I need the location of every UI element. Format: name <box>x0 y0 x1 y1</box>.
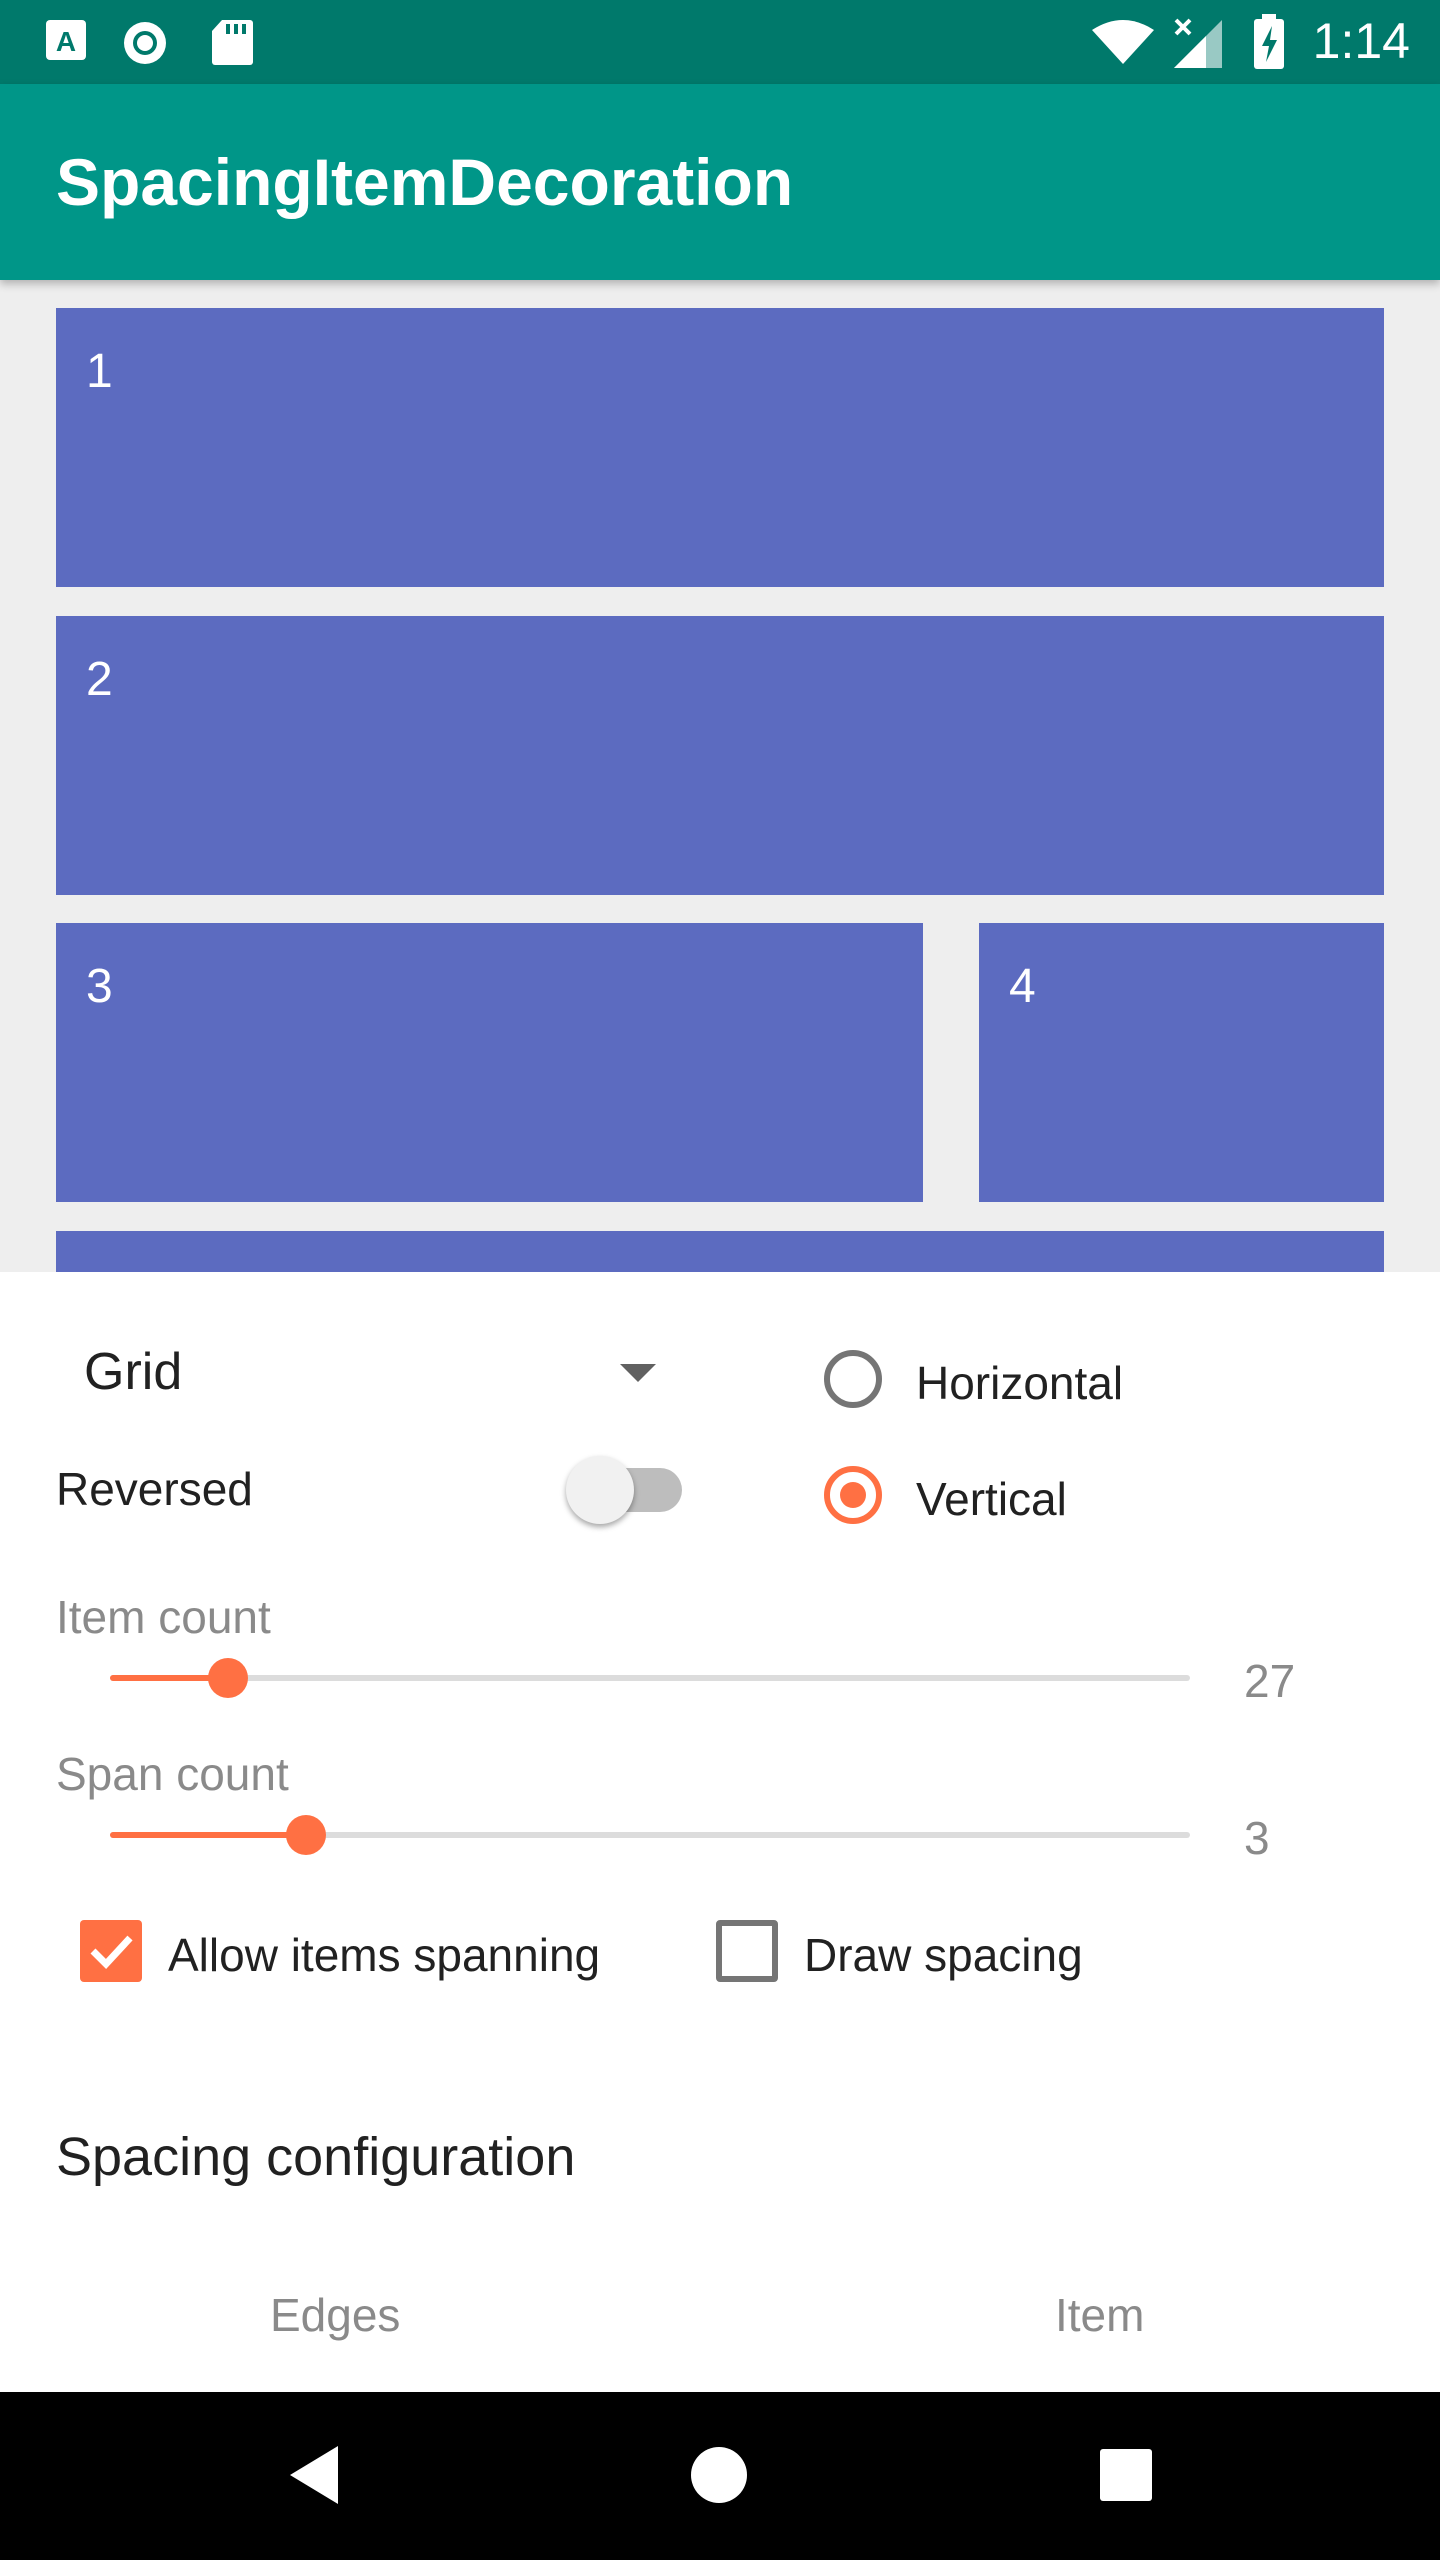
grid-item-label: 3 <box>86 960 113 1013</box>
allow-spanning-checkbox[interactable]: Allow items spanning <box>80 1918 680 1988</box>
sync-icon <box>124 22 166 64</box>
grid-item[interactable]: 2 <box>56 616 1384 895</box>
reversed-switch[interactable] <box>562 1448 682 1528</box>
grid-item-label: 1 <box>86 345 113 398</box>
allow-spanning-label: Allow items spanning <box>168 1929 601 1981</box>
dropdown-arrow-icon <box>620 1364 656 1382</box>
app-bar: SpacingItemDecoration <box>0 84 1440 280</box>
layout-type-value: Grid <box>84 1343 183 1401</box>
svg-text:A: A <box>56 26 76 57</box>
radio-vertical-button[interactable] <box>824 1466 882 1524</box>
check-icon <box>90 1935 133 1970</box>
home-icon[interactable] <box>690 2446 748 2504</box>
a-icon: A <box>46 20 86 60</box>
slider-track <box>110 1675 1190 1681</box>
switch-thumb <box>566 1456 634 1524</box>
spacing-config-title: Spacing configuration <box>56 2127 576 2187</box>
wifi-icon <box>1092 20 1154 64</box>
slider-fill <box>110 1832 306 1838</box>
radio-horizontal[interactable]: Horizontal <box>824 1350 1304 1420</box>
grid-item[interactable] <box>56 1231 1384 1272</box>
status-bar: A 1:14 <box>0 0 1440 84</box>
status-time: 1:14 <box>1312 13 1410 69</box>
reversed-label: Reversed <box>56 1463 253 1515</box>
grid-item[interactable]: 4 <box>979 923 1384 1202</box>
grid-item-label: 2 <box>86 653 113 706</box>
item-count-value: 27 <box>1244 1655 1296 1707</box>
span-count-label: Span count <box>56 1748 289 1800</box>
signal-icon <box>1174 18 1222 68</box>
checkbox-box[interactable] <box>716 1920 778 1982</box>
radio-vertical[interactable]: Vertical <box>824 1466 1304 1536</box>
draw-spacing-checkbox[interactable]: Draw spacing <box>716 1918 1216 1988</box>
span-count-value: 3 <box>1244 1812 1270 1864</box>
item-count-slider[interactable] <box>110 1650 1190 1706</box>
grid-item[interactable]: 3 <box>56 923 923 1202</box>
app-title: SpacingItemDecoration <box>56 145 794 219</box>
tab-edges[interactable]: Edges <box>270 2288 400 2342</box>
slider-thumb[interactable] <box>286 1815 326 1855</box>
navigation-bar <box>0 2392 1440 2560</box>
sd-card-icon <box>212 20 253 65</box>
radio-vertical-label: Vertical <box>916 1473 1067 1525</box>
recents-icon[interactable] <box>1099 2448 1153 2502</box>
slider-thumb[interactable] <box>208 1658 248 1698</box>
checkbox-box[interactable] <box>80 1920 142 1982</box>
recycler-view[interactable]: 1 2 3 4 <box>0 280 1440 1272</box>
back-icon[interactable] <box>286 2444 342 2506</box>
span-count-slider[interactable] <box>110 1807 1190 1863</box>
draw-spacing-label: Draw spacing <box>804 1929 1083 1981</box>
layout-type-spinner[interactable]: Grid <box>56 1320 676 1420</box>
grid-item[interactable]: 1 <box>56 308 1384 587</box>
grid-item-label: 4 <box>1009 960 1036 1013</box>
battery-charging-icon <box>1254 14 1284 69</box>
radio-horizontal-label: Horizontal <box>916 1357 1124 1409</box>
radio-horizontal-button[interactable] <box>824 1350 882 1408</box>
tab-item[interactable]: Item <box>1055 2288 1144 2342</box>
item-count-label: Item count <box>56 1591 271 1643</box>
